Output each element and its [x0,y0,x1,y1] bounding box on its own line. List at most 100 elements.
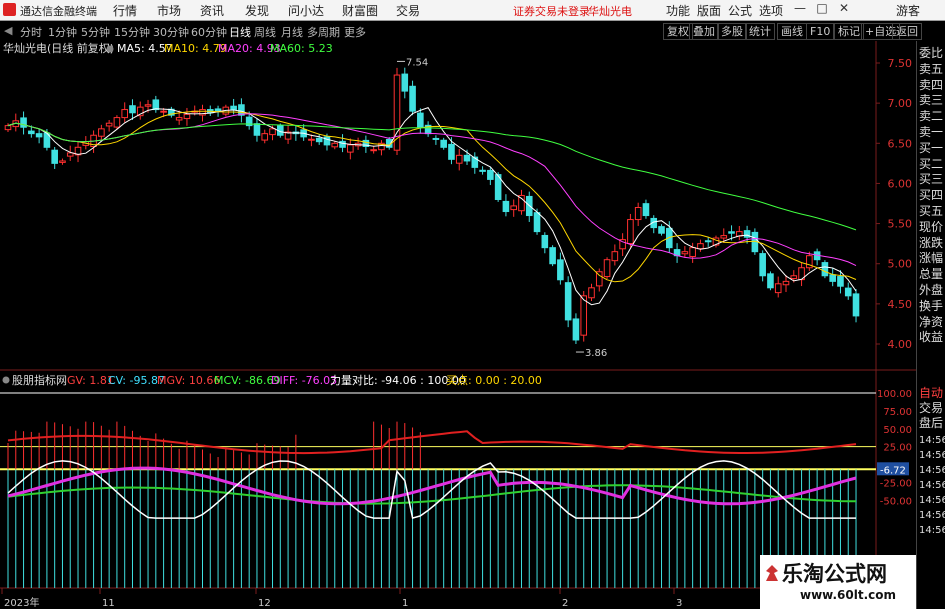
side-label: 卖二 [919,109,944,124]
candle-body [782,280,790,286]
candle-body [214,108,222,112]
tab-1min[interactable]: 1分钟 [48,24,77,40]
candle-body [829,274,836,282]
menu-function[interactable]: 功能 [666,2,690,19]
date-tick-label: 2023年 [4,596,39,609]
candle-body [175,117,183,121]
price-tick-label: 7.00 [888,97,913,110]
candle-body [409,85,416,112]
side-label: 净资 [919,314,944,329]
menu-market[interactable]: 市场 [157,2,181,19]
f10-button[interactable]: F10 [806,23,835,40]
candle-body [66,152,74,157]
candle-body [144,104,152,107]
trade-time: 14:56 [919,465,945,476]
candle-body [658,226,665,234]
guest-label[interactable]: 游客 [896,2,920,19]
menu-wealth[interactable]: 财富圈 [342,2,378,19]
tab-daily[interactable]: 日线 [229,24,251,40]
candle-body [417,112,424,128]
candle-body [588,287,595,299]
chart-area[interactable]: 7.50 7.00 6.50 6.00 5.50 5.00 4.50 4.00 100.00 7… [0,41,916,609]
menu-layout[interactable]: 版面 [697,2,721,19]
candle-body [844,287,852,297]
menu-quotes[interactable]: 行情 [113,2,137,19]
candle-body [269,128,276,136]
candle-body [463,154,471,162]
title-bar: 通达信金融终端 行情 市场 资讯 发现 问小达 财富圈 交易 证券交易未登录 华… [0,0,945,21]
tab-60min[interactable]: 60分钟 [191,24,227,40]
tab-5min[interactable]: 5分钟 [81,24,110,40]
low-label: 3.86 [585,348,607,359]
trade-time: 14:56 [919,495,945,506]
candle-body [603,259,611,278]
tab-30min[interactable]: 30分钟 [153,24,189,40]
multi-stock-button[interactable]: 多股 [717,23,747,40]
stock-name-header: 华灿光电 [588,5,632,18]
candle-body [533,212,541,233]
candle-body [549,247,556,265]
overlay-button[interactable]: 叠加 [689,23,719,40]
app-title: 通达信金融终端 [20,5,97,18]
high-label: 7.54 [406,57,428,68]
price-tick-label: 5.00 [888,258,913,271]
menu-trade[interactable]: 交易 [396,2,420,19]
mark-button[interactable]: 标记 [834,23,864,40]
draw-line-button[interactable]: 画线 [777,23,807,40]
menu-discover[interactable]: 发现 [245,2,269,19]
tab-multi-period[interactable]: 多周期 [307,24,340,40]
indicator-dot-icon[interactable] [2,376,10,384]
close-icon[interactable]: ✕ [834,1,854,19]
tab-intraday[interactable]: 分时 [20,24,42,40]
side-label: 涨幅 [919,251,944,266]
price-tick-label: 4.00 [888,338,913,351]
candle-body [432,137,440,140]
side-label: 收益 [919,330,944,345]
menu-news[interactable]: 资讯 [200,2,224,19]
candle-body [261,133,269,141]
settings-dot-icon[interactable] [106,45,114,53]
login-alert[interactable]: 证券交易未登录 [513,3,590,19]
date-tick-label: 12 [258,598,271,609]
candle-body [129,105,136,114]
side-label: 现价 [919,219,944,234]
maximize-icon[interactable]: □ [812,1,832,19]
side-label: 换手 [919,298,944,313]
side-label: 卖四 [919,77,944,92]
side-label: 总量 [919,267,944,282]
candle-body [331,142,339,148]
legend-ma60: MA60: 5.23 [270,42,333,55]
candle-body [821,262,829,277]
candle-body [121,109,129,119]
legend-mgv: MGV: 10.66 [157,374,220,387]
tab-monthly[interactable]: 月线 [281,24,303,40]
prev-arrow-icon[interactable]: ◀ [4,24,12,37]
candle-body [689,247,696,257]
candle-body [59,160,66,163]
indicator-tick-label: 100.00 [877,389,912,400]
indicator-tick-label: 75.00 [883,407,912,418]
candle-body [728,231,735,234]
side-label: 买二 [919,156,944,171]
tab-weekly[interactable]: 周线 [254,24,276,40]
price-tick-label: 4.50 [888,298,913,311]
menu-options[interactable]: 选项 [759,2,783,19]
price-tick-label: 7.50 [888,57,913,70]
candle-body [611,251,619,262]
candle-body [339,140,346,148]
side-bottom-label: 自动 [919,386,944,400]
menu-formula[interactable]: 公式 [728,2,752,19]
side-label: 卖三 [919,93,944,108]
stats-button[interactable]: 统计 [745,23,775,40]
back-button[interactable]: 返回 [892,23,922,40]
date-tick-label: 1 [402,598,408,609]
date-tick-label: 11 [102,598,115,609]
trade-time: 14:56 [919,525,945,536]
date-tick-label: 3 [676,598,682,609]
tab-more[interactable]: 更多 [344,24,366,40]
candle-body [199,109,206,116]
menu-assistant[interactable]: 问小达 [288,2,324,19]
tab-15min[interactable]: 15分钟 [114,24,150,40]
side-label: 卖五 [919,61,944,76]
minimize-icon[interactable]: — [790,1,810,19]
